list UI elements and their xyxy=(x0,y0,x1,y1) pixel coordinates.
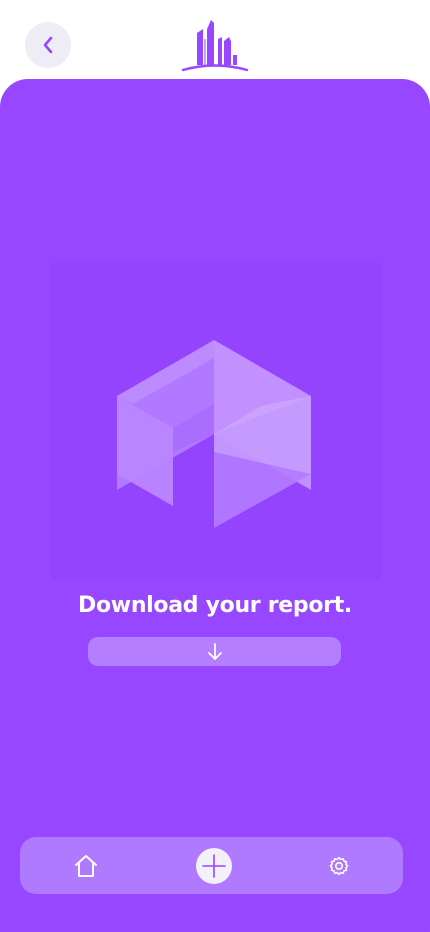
back-button[interactable] xyxy=(25,22,71,68)
nav-add-button[interactable] xyxy=(196,848,232,884)
chevron-left-icon xyxy=(43,36,53,54)
gear-icon xyxy=(329,856,349,876)
isometric-cube-illustration xyxy=(117,340,311,528)
report-title: Download your report. xyxy=(78,593,352,618)
arrow-down-icon xyxy=(207,642,222,660)
city-buildings-logo xyxy=(181,20,249,72)
nav-settings-button[interactable] xyxy=(320,847,358,885)
illustration-frame xyxy=(51,262,381,580)
home-icon xyxy=(75,855,97,877)
app-screen: Download your report. xyxy=(0,0,430,932)
nav-home-button[interactable] xyxy=(67,847,105,885)
main-panel: Download your report. xyxy=(0,79,430,932)
bottom-nav xyxy=(20,837,403,894)
plus-icon xyxy=(202,854,226,878)
download-button[interactable] xyxy=(88,637,341,666)
